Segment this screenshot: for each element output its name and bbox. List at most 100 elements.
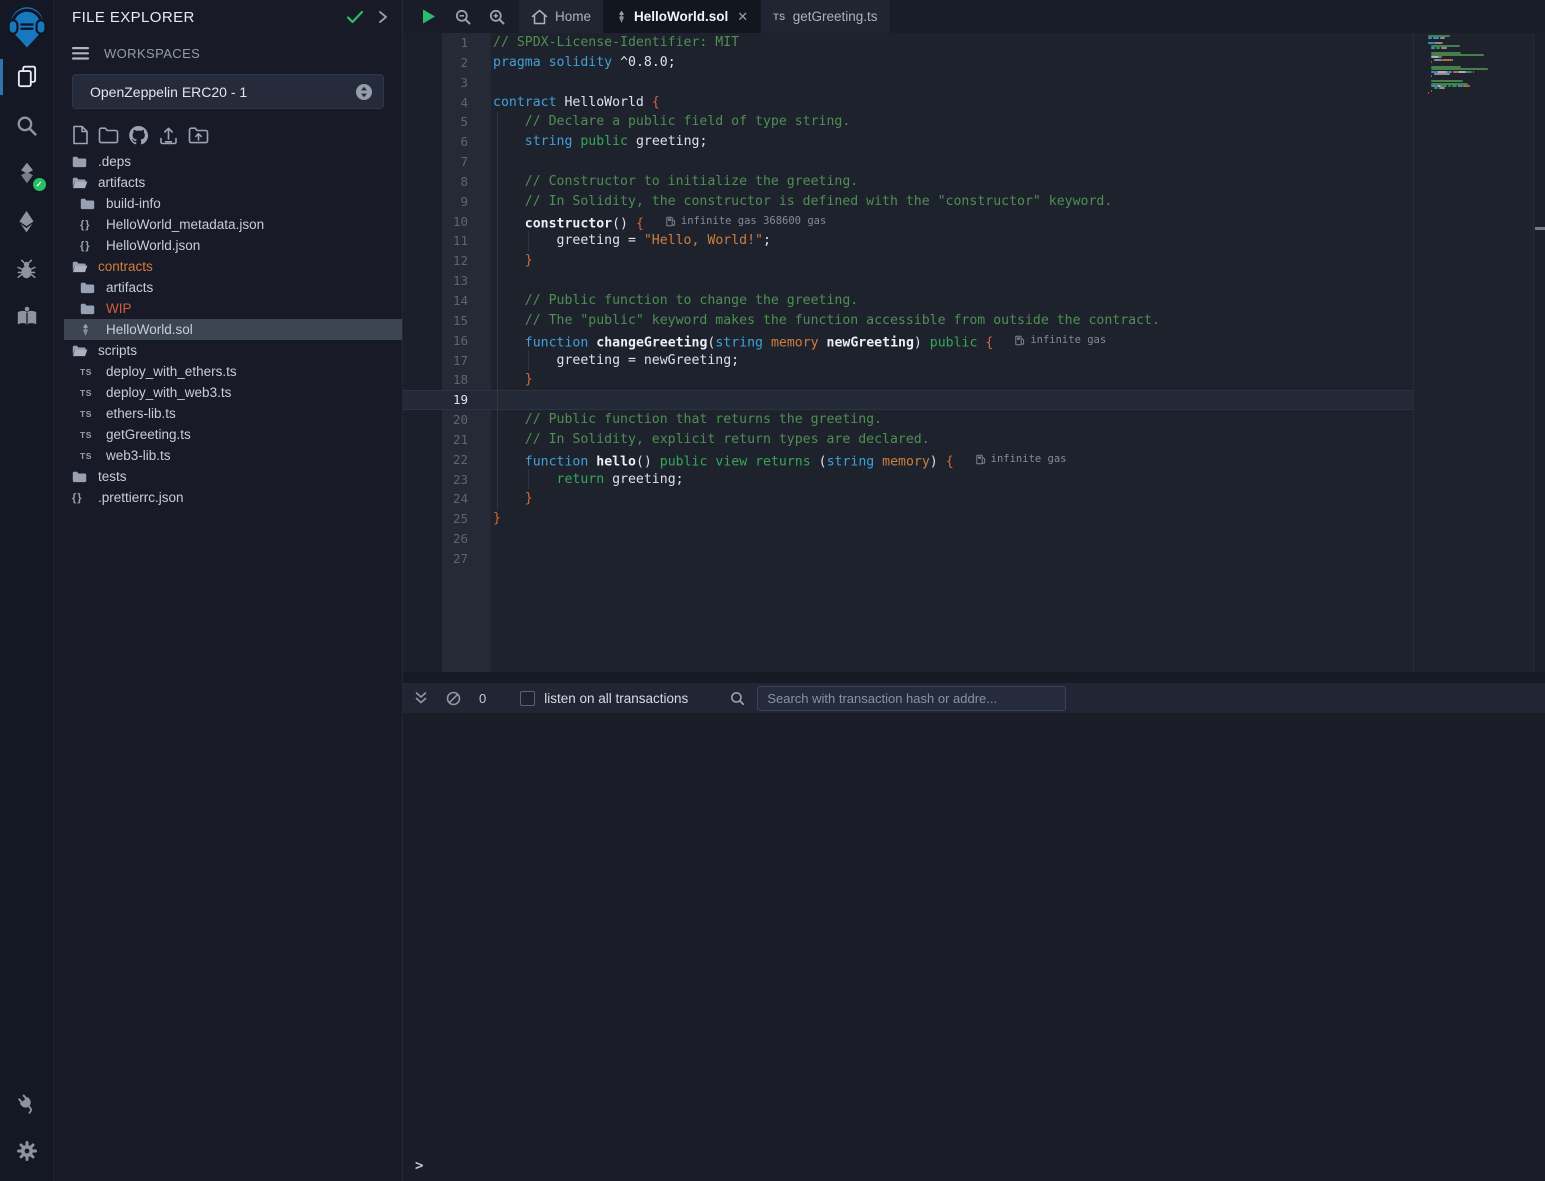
solidity-compiler-icon[interactable]: ✓ [0, 149, 54, 197]
workspace-select[interactable]: OpenZeppelin ERC20 - 1 [72, 74, 384, 109]
tree-item-deploy-with-ethers-ts[interactable]: TSdeploy_with_ethers.ts [54, 361, 402, 382]
tab-helloworld-sol[interactable]: HelloWorld.sol✕ [604, 0, 761, 33]
folder-icon [80, 303, 97, 315]
code-line: 27 [403, 549, 1413, 569]
listen-transactions-checkbox[interactable] [520, 691, 535, 706]
minimap-line [1428, 97, 1533, 99]
line-content: greeting = newGreeting; [491, 351, 739, 371]
workspace-sort-icon[interactable] [355, 83, 373, 101]
folder-icon [80, 198, 97, 210]
line-number: 17 [403, 351, 491, 371]
line-number: 16 [403, 331, 491, 351]
line-content: function changeGreeting(string memory ne… [491, 331, 1106, 351]
zoom-out-icon[interactable] [455, 9, 471, 25]
tree-item-ethers-lib-ts[interactable]: TSethers-lib.ts [54, 403, 402, 424]
activity-bar: ✓ [0, 0, 54, 1181]
tree-item-web3-lib-ts[interactable]: TSweb3-lib.ts [54, 445, 402, 466]
activity-bar-bottom [0, 1079, 54, 1175]
learneth-icon[interactable] [0, 293, 54, 341]
panel-chevron-right-icon[interactable] [378, 10, 388, 24]
tree-item-wip[interactable]: WIP [54, 298, 402, 319]
code-line: 21 // In Solidity, explicit return types… [403, 430, 1413, 450]
ts-icon: TS [80, 451, 97, 461]
terminal-expand-icon[interactable] [414, 691, 428, 705]
workspace-check-icon[interactable] [346, 10, 364, 24]
code-line: 7 [403, 152, 1413, 172]
line-number: 19 [403, 390, 491, 410]
tree-item-label: artifacts [106, 280, 153, 295]
tree-item-helloworld-json[interactable]: {}HelloWorld.json [54, 235, 402, 256]
debugger-icon[interactable] [0, 245, 54, 293]
upload-folder-icon[interactable] [188, 126, 209, 144]
gas-estimate-widget: infinite gas [1015, 331, 1106, 351]
tree-item--deps[interactable]: .deps [54, 151, 402, 172]
line-number: 23 [403, 470, 491, 490]
editor-controls [403, 0, 519, 33]
new-folder-icon[interactable] [98, 126, 119, 144]
tab-close-icon[interactable]: ✕ [737, 9, 748, 25]
solidity-icon [80, 323, 97, 337]
folder-open-icon [72, 177, 89, 189]
code-editor[interactable]: 1// SPDX-License-Identifier: MIT2pragma … [403, 33, 1545, 672]
tree-item-artifacts[interactable]: artifacts [54, 277, 402, 298]
remix-logo-icon [2, 1, 52, 53]
workspaces-menu-icon[interactable] [72, 47, 89, 60]
line-content: // SPDX-License-Identifier: MIT [491, 33, 739, 53]
run-script-icon[interactable] [421, 8, 437, 25]
deploy-run-icon[interactable] [0, 197, 54, 245]
workspaces-label: WORKSPACES [104, 46, 200, 61]
code-line: 26 [403, 529, 1413, 549]
tree-item-tests[interactable]: tests [54, 466, 402, 487]
code-line: 2pragma solidity ^0.8.0; [403, 53, 1413, 73]
tree-item-build-info[interactable]: build-info [54, 193, 402, 214]
tree-item-label: build-info [106, 196, 161, 211]
code-line: 12 } [403, 251, 1413, 271]
search-icon[interactable] [0, 101, 54, 149]
tree-item-scripts[interactable]: scripts [54, 340, 402, 361]
line-number: 4 [403, 93, 491, 113]
code-line: 25} [403, 509, 1413, 529]
code-line: 3 [403, 73, 1413, 93]
clear-console-icon[interactable] [446, 691, 461, 706]
gas-estimate-widget: infinite gas [976, 450, 1067, 470]
file-explorer-icon[interactable] [0, 53, 54, 101]
zoom-in-icon[interactable] [489, 9, 505, 25]
folder-open-icon [72, 261, 89, 273]
line-content: // In Solidity, the constructor is defin… [491, 192, 1112, 212]
line-content: } [491, 509, 501, 529]
line-content: // The "public" keyword makes the functi… [491, 311, 1160, 331]
code-line: 10 constructor() {infinite gas 368600 ga… [403, 212, 1413, 232]
tree-item-helloworld-metadata-json[interactable]: {}HelloWorld_metadata.json [54, 214, 402, 235]
tree-item-helloworld-sol[interactable]: HelloWorld.sol [64, 319, 402, 340]
clone-git-icon[interactable] [128, 125, 149, 145]
line-content: return greeting; [491, 470, 684, 490]
transaction-search-input[interactable] [757, 686, 1066, 711]
line-number: 10 [403, 212, 491, 232]
upload-file-icon[interactable] [158, 126, 179, 145]
terminal-resize-handle[interactable] [403, 672, 1545, 683]
tree-item-getgreeting-ts[interactable]: TSgetGreeting.ts [54, 424, 402, 445]
settings-icon[interactable] [0, 1127, 54, 1175]
editor-scrollbar[interactable] [1533, 33, 1545, 672]
code-line: 22 function hello() public view returns … [403, 450, 1413, 470]
plugin-manager-icon[interactable] [0, 1079, 54, 1127]
new-file-icon[interactable] [72, 125, 89, 145]
tree-item-label: HelloWorld.sol [106, 322, 193, 337]
tree-item-deploy-with-web3-ts[interactable]: TSdeploy_with_web3.ts [54, 382, 402, 403]
tree-item--prettierrc-json[interactable]: {}.prettierrc.json [54, 487, 402, 508]
minimap[interactable] [1419, 35, 1533, 670]
tree-item-artifacts[interactable]: artifacts [54, 172, 402, 193]
scrollbar-thumb[interactable] [1535, 227, 1545, 230]
terminal-prompt: > [415, 1158, 423, 1174]
tab-home[interactable]: Home [519, 0, 604, 33]
tree-item-label: HelloWorld.json [106, 238, 200, 253]
code-line: 23 return greeting; [403, 470, 1413, 490]
code-line: 11 greeting = "Hello, World!"; [403, 231, 1413, 251]
tab-getgreeting-ts[interactable]: TSgetGreeting.ts [761, 0, 890, 33]
tree-item-contracts[interactable]: contracts [54, 256, 402, 277]
line-number: 7 [403, 152, 491, 172]
code-line: 18 } [403, 370, 1413, 390]
code-line: 5 // Declare a public field of type stri… [403, 112, 1413, 132]
terminal-content[interactable]: > [403, 713, 1545, 1181]
code-line: 16 function changeGreeting(string memory… [403, 331, 1413, 351]
